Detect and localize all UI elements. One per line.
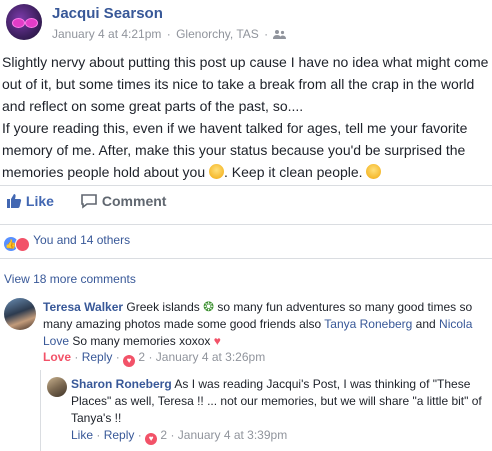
comment-actions: Love · Reply · ♥ 2 · January 4 at 3:26pm bbox=[43, 350, 266, 367]
comment-button[interactable]: Comment bbox=[80, 193, 166, 209]
post-paragraph-1: Slightly nervy about putting this post u… bbox=[2, 54, 489, 114]
mention-tanya[interactable]: Tanya Roneberg bbox=[324, 317, 412, 331]
comment-text: So many memories xoxox bbox=[69, 334, 214, 348]
laughing-face-emoji bbox=[366, 164, 382, 179]
heart-emoji: ♥ bbox=[213, 334, 221, 348]
author-avatar[interactable] bbox=[6, 4, 42, 40]
love-reaction-icon: ♥ bbox=[15, 237, 30, 252]
smiling-face-emoji bbox=[209, 164, 225, 179]
divider bbox=[0, 258, 492, 259]
reply-thread-line bbox=[40, 370, 41, 451]
like-button[interactable]: Like bbox=[6, 193, 54, 209]
reply-body: Sharon Roneberg As I was reading Jacqui'… bbox=[71, 376, 489, 427]
reply-button[interactable]: Reply bbox=[104, 428, 135, 442]
view-more-comments[interactable]: View 18 more comments bbox=[4, 272, 136, 286]
post-location[interactable]: Glenorchy, TAS bbox=[176, 27, 259, 41]
comment-body: Teresa Walker Greek islands ❂ so many fu… bbox=[43, 299, 473, 348]
palm-tree-emoji: ❂ bbox=[203, 299, 214, 314]
reply-button[interactable]: Reply bbox=[82, 350, 113, 364]
meta-dot: · bbox=[264, 27, 269, 41]
thumbs-up-icon bbox=[7, 194, 22, 208]
comment-text: Greek islands bbox=[126, 300, 204, 314]
like-button[interactable]: Like bbox=[71, 428, 93, 442]
meta-dot: · bbox=[166, 27, 171, 41]
post-author-name[interactable]: Jacqui Searson bbox=[52, 5, 163, 22]
post-date[interactable]: January 4 at 4:21pm bbox=[52, 27, 161, 41]
friends-icon[interactable] bbox=[273, 27, 287, 41]
comment-label: Comment bbox=[101, 193, 167, 209]
comment-time[interactable]: January 4 at 3:26pm bbox=[156, 350, 265, 364]
commenter-avatar[interactable] bbox=[4, 298, 36, 330]
heart-icon: ♥ bbox=[123, 355, 136, 367]
reaction-count[interactable]: 2 bbox=[160, 428, 167, 442]
divider bbox=[0, 185, 492, 186]
reaction-count[interactable]: 2 bbox=[138, 350, 145, 364]
heart-icon: ♥ bbox=[145, 433, 158, 445]
post-paragraph-2: If youre reading this, even if we havent… bbox=[2, 120, 468, 180]
like-label: Like bbox=[25, 193, 54, 209]
post-body: Slightly nervy about putting this post u… bbox=[2, 51, 492, 183]
reply-time[interactable]: January 4 at 3:39pm bbox=[178, 428, 287, 442]
comment-author[interactable]: Teresa Walker bbox=[43, 300, 123, 314]
glasses-lens-right bbox=[25, 18, 38, 28]
reactions-summary[interactable]: 👍 ♥ You and 14 others bbox=[4, 233, 130, 252]
reply-actions: Like · Reply · ♥ 2 · January 4 at 3:39pm bbox=[71, 428, 288, 445]
reactions-count[interactable]: You and 14 others bbox=[33, 233, 130, 247]
reply-avatar[interactable] bbox=[47, 377, 67, 397]
post-meta: January 4 at 4:21pm · Glenorchy, TAS · bbox=[52, 27, 287, 41]
comment-icon bbox=[81, 194, 97, 209]
love-reaction-button[interactable]: Love bbox=[43, 350, 71, 364]
glasses-lens-left bbox=[12, 18, 25, 28]
divider bbox=[0, 224, 492, 225]
reply-author[interactable]: Sharon Roneberg bbox=[71, 377, 172, 391]
